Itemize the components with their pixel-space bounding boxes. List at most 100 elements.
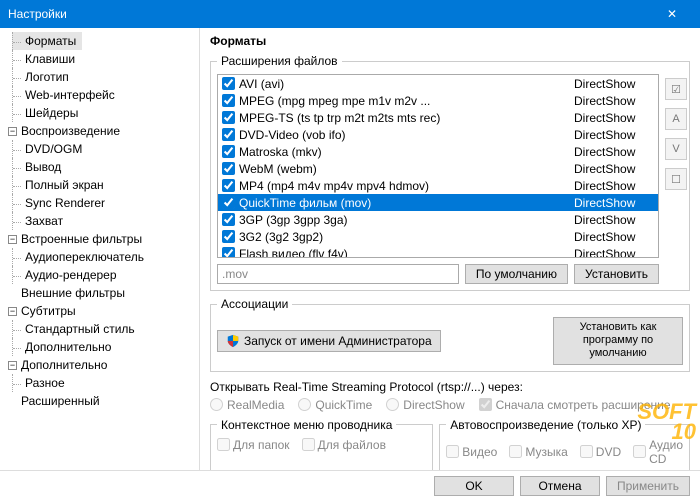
tree-item-dvd[interactable]: DVD/OGM [12, 140, 195, 158]
format-checkbox[interactable] [222, 213, 235, 226]
format-filter: DirectShow [574, 145, 654, 159]
rtsp-section: Открывать Real-Time Streaming Protocol (… [210, 378, 690, 418]
file-extensions-group: Расширения файлов AVI (avi)DirectShowMPE… [210, 54, 690, 291]
rtsp-realmedia[interactable]: RealMedia [210, 398, 284, 412]
collapse-icon[interactable]: − [8, 361, 17, 370]
format-filter: DirectShow [574, 179, 654, 193]
select-audio-icon[interactable]: A [665, 108, 687, 130]
format-list[interactable]: AVI (avi)DirectShowMPEG (mpg mpeg mpe m1… [217, 74, 659, 258]
tree-group-internal-filters[interactable]: −Встроенные фильтры [4, 230, 195, 248]
select-video-icon[interactable]: V [665, 138, 687, 160]
close-icon[interactable]: ✕ [652, 7, 692, 21]
format-name: MP4 (mp4 m4v mp4v mpv4 hdmov) [239, 179, 574, 193]
tree-item-misc[interactable]: Разное [12, 374, 195, 392]
format-row[interactable]: MP4 (mp4 m4v mp4v mpv4 hdmov)DirectShow [218, 177, 658, 194]
auto-dvd[interactable]: DVD [580, 445, 621, 459]
tree-item-audioswitch[interactable]: Аудиопереключатель [12, 248, 195, 266]
format-name: QuickTime фильм (mov) [239, 196, 574, 210]
format-row[interactable]: MPEG (mpg mpeg mpe m1v m2v ...DirectShow [218, 92, 658, 109]
format-name: AVI (avi) [239, 77, 574, 91]
extension-input[interactable] [217, 264, 459, 284]
main-panel: Форматы Расширения файлов AVI (avi)Direc… [200, 28, 700, 470]
format-row[interactable]: WebM (webm)DirectShow [218, 160, 658, 177]
collapse-icon[interactable]: − [8, 307, 17, 316]
select-none-icon[interactable]: ☐ [665, 168, 687, 190]
format-row[interactable]: DVD-Video (vob ifo)DirectShow [218, 126, 658, 143]
tree-item-fullscreen[interactable]: Полный экран [12, 176, 195, 194]
autoplay-group: Автовоспроизведение (только XP) Видео Му… [439, 418, 690, 470]
auto-music[interactable]: Музыка [509, 445, 567, 459]
tree-item-web[interactable]: Web-интерфейс [12, 86, 195, 104]
set-default-program-button[interactable]: Установить как программу по умолчанию [553, 317, 683, 365]
format-row[interactable]: QuickTime фильм (mov)DirectShow [218, 194, 658, 211]
run-as-admin-button[interactable]: Запуск от имени Администратора [217, 330, 441, 352]
format-checkbox[interactable] [222, 179, 235, 192]
ok-button[interactable]: OK [434, 476, 514, 496]
titlebar: Настройки ✕ [0, 0, 700, 28]
format-checkbox[interactable] [222, 162, 235, 175]
format-filter: DirectShow [574, 128, 654, 142]
autoplay-legend: Автовоспроизведение (только XP) [446, 418, 645, 432]
rtsp-quicktime[interactable]: QuickTime [298, 398, 372, 412]
format-checkbox[interactable] [222, 111, 235, 124]
format-filter: DirectShow [574, 111, 654, 125]
format-name: Matroska (mkv) [239, 145, 574, 159]
tree-group-playback[interactable]: −Воспроизведение [4, 122, 195, 140]
format-row[interactable]: 3GP (3gp 3gpp 3ga)DirectShow [218, 211, 658, 228]
tree-item-keys[interactable]: Клавиши [12, 50, 195, 68]
tree-item-shaders[interactable]: Шейдеры [12, 104, 195, 122]
context-menu-group: Контекстное меню проводника Для папок Дл… [210, 418, 433, 470]
format-checkbox[interactable] [222, 128, 235, 141]
tree-item-formats[interactable]: Форматы [12, 32, 82, 50]
tree-item-logo[interactable]: Логотип [12, 68, 195, 86]
format-checkbox[interactable] [222, 230, 235, 243]
select-all-icon[interactable]: ☑ [665, 78, 687, 100]
tree-group-advanced[interactable]: Расширенный [4, 392, 195, 410]
ctx-folders[interactable]: Для папок [217, 438, 290, 452]
shield-icon [226, 334, 240, 348]
rtsp-check-ext[interactable]: Сначала смотреть расширение [479, 398, 671, 412]
associations-legend: Ассоциации [217, 297, 292, 311]
window-title: Настройки [8, 7, 67, 21]
tree-group-extra[interactable]: −Дополнительно [4, 356, 195, 374]
format-name: Flash видео (flv f4v) [239, 247, 574, 259]
format-row[interactable]: MPEG-TS (ts tp trp m2t m2ts mts rec)Dire… [218, 109, 658, 126]
format-row[interactable]: Flash видео (flv f4v)DirectShow [218, 245, 658, 258]
tree-item-sub-extra[interactable]: Дополнительно [12, 338, 195, 356]
tree-item-sync[interactable]: Sync Renderer [12, 194, 195, 212]
format-filter: DirectShow [574, 230, 654, 244]
settings-tree[interactable]: Форматы Клавиши Логотип Web-интерфейс Ше… [0, 28, 200, 470]
tree-group-subtitles[interactable]: −Субтитры [4, 302, 195, 320]
format-name: 3G2 (3g2 3gp2) [239, 230, 574, 244]
format-row[interactable]: AVI (avi)DirectShow [218, 75, 658, 92]
format-filter: DirectShow [574, 94, 654, 108]
cancel-button[interactable]: Отмена [520, 476, 600, 496]
tree-item-std-style[interactable]: Стандартный стиль [12, 320, 195, 338]
format-name: 3GP (3gp 3gpp 3ga) [239, 213, 574, 227]
tree-item-capture[interactable]: Захват [12, 212, 195, 230]
format-checkbox[interactable] [222, 94, 235, 107]
rtsp-directshow[interactable]: DirectShow [386, 398, 464, 412]
auto-cd[interactable]: Аудио CD [633, 438, 683, 466]
format-name: DVD-Video (vob ifo) [239, 128, 574, 142]
format-row[interactable]: 3G2 (3g2 3gp2)DirectShow [218, 228, 658, 245]
collapse-icon[interactable]: − [8, 127, 17, 136]
tree-item-audiorender[interactable]: Аудио-рендерер [12, 266, 195, 284]
format-checkbox[interactable] [222, 145, 235, 158]
tree-item-output[interactable]: Вывод [12, 158, 195, 176]
auto-video[interactable]: Видео [446, 445, 497, 459]
dialog-buttons: OK Отмена Применить [0, 470, 700, 500]
context-menu-legend: Контекстное меню проводника [217, 418, 396, 432]
format-row[interactable]: Matroska (mkv)DirectShow [218, 143, 658, 160]
format-checkbox[interactable] [222, 247, 235, 258]
collapse-icon[interactable]: − [8, 235, 17, 244]
ctx-files[interactable]: Для файлов [302, 438, 386, 452]
apply-button[interactable]: Применить [606, 476, 690, 496]
format-checkbox[interactable] [222, 196, 235, 209]
default-button[interactable]: По умолчанию [465, 264, 568, 284]
tree-group-external-filters[interactable]: Внешние фильтры [4, 284, 195, 302]
format-name: MPEG-TS (ts tp trp m2t m2ts mts rec) [239, 111, 574, 125]
format-checkbox[interactable] [222, 77, 235, 90]
set-button[interactable]: Установить [574, 264, 659, 284]
format-name: MPEG (mpg mpeg mpe m1v m2v ... [239, 94, 574, 108]
